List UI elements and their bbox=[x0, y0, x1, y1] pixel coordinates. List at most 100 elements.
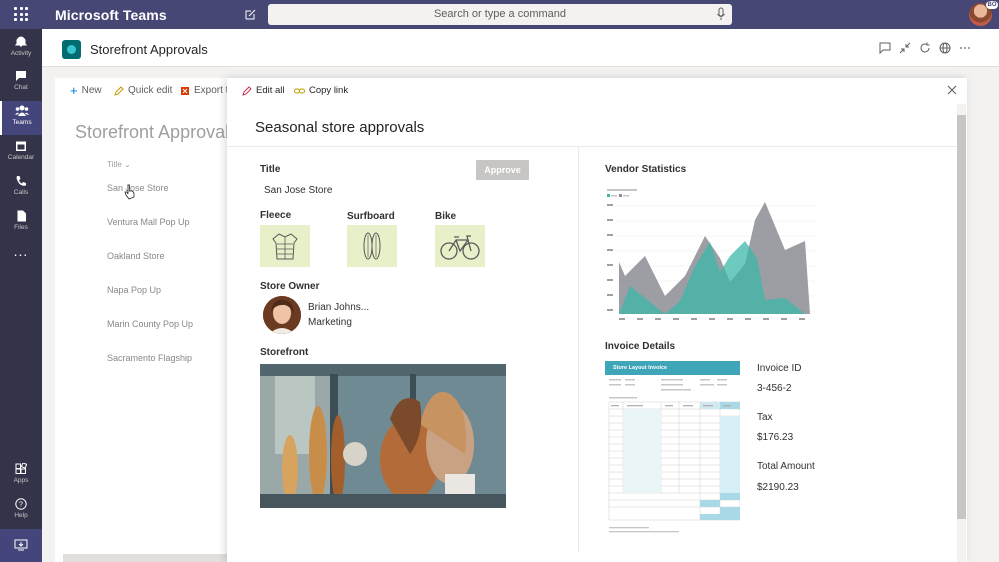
panel-title: Seasonal store approvals bbox=[255, 119, 425, 136]
app-name: Microsoft Teams bbox=[55, 7, 167, 23]
vendor-statistics-label: Vendor Statistics bbox=[605, 164, 687, 175]
rail-label: Teams bbox=[12, 119, 32, 126]
surfboard-tile bbox=[347, 225, 397, 267]
owner-department: Marketing bbox=[308, 317, 352, 328]
app-launcher-icon[interactable] bbox=[14, 7, 28, 21]
product-label-bike: Bike bbox=[435, 211, 457, 222]
fleece-tile bbox=[260, 225, 310, 267]
total-amount-label: Total Amount bbox=[757, 461, 815, 472]
store-owner-label: Store Owner bbox=[260, 281, 320, 292]
invoice-id-label: Invoice ID bbox=[757, 363, 802, 374]
svg-text:?: ? bbox=[19, 502, 23, 509]
edit-all-button[interactable]: Edit all bbox=[242, 85, 285, 96]
invoice-thumbnail[interactable]: Store Layout Invoice bbox=[605, 361, 740, 548]
owner-name[interactable]: Brian Johns... bbox=[308, 302, 369, 313]
column-divider bbox=[578, 146, 579, 552]
list-item[interactable]: Marin County Pop Up bbox=[107, 319, 193, 329]
quick-edit-button[interactable]: Quick edit bbox=[114, 85, 172, 96]
search-input[interactable]: Search or type a command bbox=[268, 4, 732, 25]
pencil-icon bbox=[242, 85, 252, 96]
search-placeholder: Search or type a command bbox=[433, 8, 567, 20]
rail-item-calendar[interactable]: Calendar bbox=[0, 136, 42, 170]
panel-scrollbar-thumb[interactable] bbox=[957, 115, 966, 519]
conversation-icon[interactable] bbox=[879, 42, 891, 54]
rail-item-more[interactable]: ... bbox=[0, 244, 42, 278]
list-item[interactable]: Napa Pop Up bbox=[107, 285, 161, 295]
invoice-id-value: 3-456-2 bbox=[757, 383, 792, 394]
pop-in-icon[interactable] bbox=[899, 42, 911, 54]
file-icon bbox=[17, 210, 26, 222]
mouse-cursor-icon bbox=[124, 184, 135, 200]
page-title: Storefront Approvals bbox=[90, 42, 208, 57]
rail-label: Calendar bbox=[7, 154, 35, 161]
list-item[interactable]: Sacramento Flagship bbox=[107, 353, 192, 363]
list-title: Storefront Approvals bbox=[75, 122, 239, 142]
panel-command-bar: Edit all Copy link bbox=[227, 78, 967, 104]
rail-item-teams[interactable]: Teams bbox=[0, 101, 42, 135]
horizontal-scrollbar[interactable] bbox=[63, 554, 233, 562]
storefront-photo bbox=[260, 364, 506, 508]
quick-edit-label: Quick edit bbox=[128, 85, 173, 96]
rail-item-calls[interactable]: Calls bbox=[0, 171, 42, 205]
title-field-label: Title bbox=[260, 164, 281, 175]
pencil-icon bbox=[114, 85, 124, 96]
list-item[interactable]: Oakland Store bbox=[107, 251, 165, 261]
owner-avatar bbox=[263, 296, 301, 334]
more-options-icon[interactable] bbox=[959, 42, 971, 54]
export-button[interactable]: Export t bbox=[180, 85, 228, 96]
title-bar: Microsoft Teams Search or type a command… bbox=[0, 0, 999, 29]
copy-link-label: Copy link bbox=[309, 85, 349, 96]
list-item[interactable]: Ventura Mall Pop Up bbox=[107, 217, 190, 227]
column-header-label: Title bbox=[107, 160, 122, 169]
app-rail: Activity Chat Teams Calendar Calls Files… bbox=[0, 29, 42, 562]
approve-button[interactable]: Approve bbox=[476, 160, 529, 180]
total-amount-value: $2190.23 bbox=[757, 482, 799, 493]
edit-all-label: Edit all bbox=[256, 85, 285, 96]
link-icon bbox=[294, 88, 305, 93]
product-label-surfboard: Surfboard bbox=[347, 211, 395, 222]
refresh-icon[interactable] bbox=[919, 42, 931, 54]
title-field-value: San Jose Store bbox=[264, 185, 333, 196]
excel-icon bbox=[181, 86, 189, 95]
rail-item-files[interactable]: Files bbox=[0, 206, 42, 240]
storefront-label: Storefront bbox=[260, 347, 309, 358]
tax-value: $176.23 bbox=[757, 432, 794, 443]
rail-label: Help bbox=[14, 512, 28, 519]
bike-icon bbox=[440, 235, 480, 260]
surfboard-icon bbox=[363, 232, 381, 260]
list-item[interactable]: San Jose Store bbox=[107, 183, 169, 193]
rail-item-apps[interactable]: Apps bbox=[0, 459, 42, 493]
microphone-icon[interactable] bbox=[716, 7, 726, 21]
rail-label: Apps bbox=[13, 477, 29, 484]
rail-label: Activity bbox=[10, 50, 32, 57]
new-button[interactable]: + New bbox=[70, 82, 102, 98]
avatar-badge: BO bbox=[986, 1, 998, 9]
rail-label: Chat bbox=[14, 84, 28, 91]
tax-label: Tax bbox=[757, 412, 773, 423]
rail-item-help[interactable]: ? Help bbox=[0, 494, 42, 528]
jacket-icon bbox=[272, 233, 298, 260]
download-desktop-icon bbox=[14, 539, 28, 551]
column-header-title[interactable]: Title ⌄ bbox=[107, 160, 131, 169]
bell-icon bbox=[15, 36, 27, 47]
apps-icon bbox=[15, 463, 27, 474]
compose-icon[interactable] bbox=[244, 8, 257, 21]
product-label-fleece: Fleece bbox=[260, 210, 292, 221]
invoice-doc-title: Store Layout Invoice bbox=[613, 365, 668, 371]
close-icon[interactable] bbox=[947, 85, 957, 95]
copy-link-button[interactable]: Copy link bbox=[294, 85, 348, 96]
item-detail-panel: Edit all Copy link Seasonal store approv… bbox=[227, 78, 967, 562]
chevron-down-icon: ⌄ bbox=[124, 160, 131, 169]
phone-icon bbox=[16, 176, 26, 186]
invoice-details-label: Invoice Details bbox=[605, 341, 676, 352]
app-header: Storefront Approvals bbox=[42, 29, 999, 67]
vendor-statistics-chart bbox=[605, 186, 817, 326]
globe-icon[interactable] bbox=[939, 42, 951, 54]
new-label: New bbox=[81, 85, 102, 96]
rail-item-activity[interactable]: Activity bbox=[0, 31, 42, 65]
calendar-icon bbox=[16, 141, 26, 151]
download-app-button[interactable] bbox=[0, 529, 42, 562]
plus-icon: + bbox=[70, 82, 78, 98]
sharepoint-list-logo bbox=[62, 40, 81, 59]
rail-item-chat[interactable]: Chat bbox=[0, 66, 42, 100]
